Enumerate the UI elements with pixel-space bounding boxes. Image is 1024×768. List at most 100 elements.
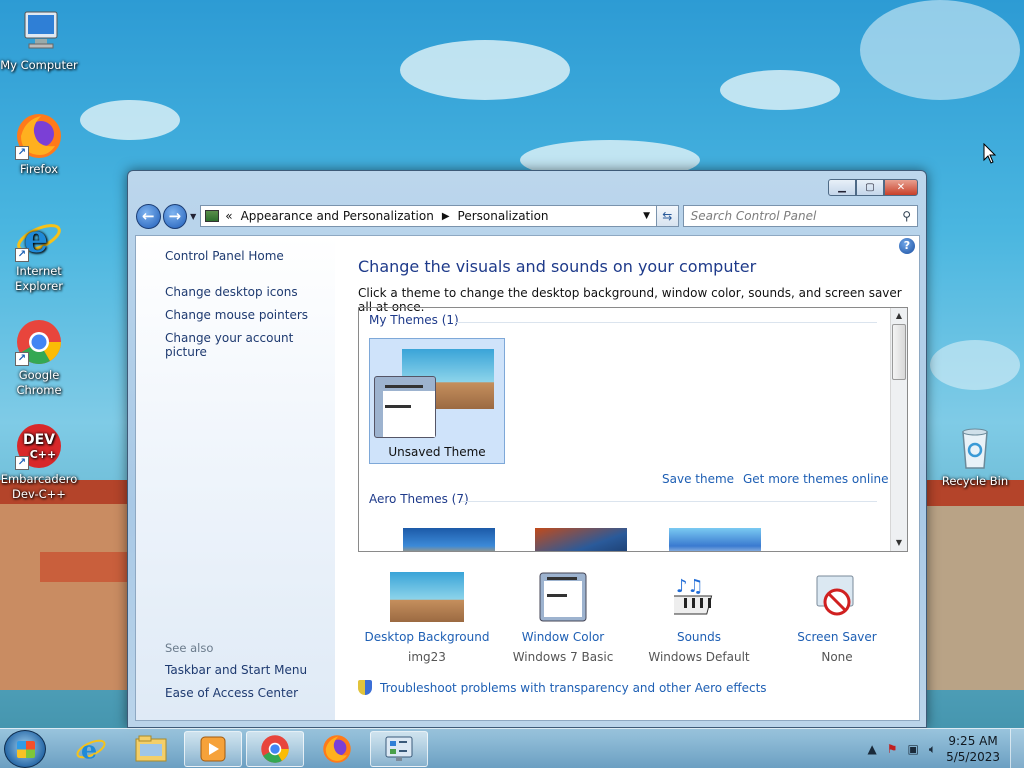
firefox-icon: ↗ — [15, 112, 63, 160]
dev-logo-sub: C++ — [30, 448, 57, 461]
back-arrow-icon: ← — [141, 207, 155, 225]
desktop-icon-recycle-bin[interactable]: Recycle Bin — [935, 424, 1015, 489]
chrome-icon — [261, 735, 289, 763]
dev-logo-text: DEV — [23, 432, 55, 448]
aero-theme-thumbnail[interactable] — [403, 528, 495, 551]
desktop-icon-label: My Computer — [0, 58, 78, 72]
internet-explorer-icon: e ↗ — [15, 214, 63, 262]
clock-time: 9:25 AM — [948, 734, 998, 748]
sounds-value: Windows Default — [648, 650, 750, 664]
desktop-background-label[interactable]: Desktop Background — [357, 630, 497, 644]
content-area: Control Panel Home Change desktop icons … — [135, 235, 920, 721]
close-button[interactable]: ✕ — [884, 179, 918, 196]
window-color-setting[interactable]: Window Color Windows 7 Basic — [493, 572, 633, 664]
sounds-setting[interactable]: ♪♫ Sounds Windows Default — [629, 572, 769, 664]
address-overflow[interactable]: « — [225, 209, 232, 223]
desktop-background-setting[interactable]: Desktop Background img23 — [357, 572, 497, 664]
desktop-icon-label: Google Chrome — [16, 368, 62, 397]
save-theme-link[interactable]: Save theme — [662, 472, 734, 486]
ease-of-access-link[interactable]: Ease of Access Center — [165, 686, 298, 700]
my-themes-group-label: My Themes (1) — [369, 313, 459, 327]
windows-logo-icon — [17, 741, 35, 758]
desktop-icon-firefox[interactable]: ↗ Firefox — [0, 112, 79, 177]
desktop-icon-label: Recycle Bin — [941, 474, 1009, 488]
personalization-window: ▁ ▢ ✕ ← → ▼ « Appearance and Personaliza… — [127, 170, 927, 728]
screen-saver-label[interactable]: Screen Saver — [767, 630, 907, 644]
screen-saver-setting[interactable]: Screen Saver None — [767, 572, 907, 664]
clock[interactable]: 9:25 AM 5/5/2023 — [946, 733, 1000, 765]
forward-arrow-icon: → — [168, 207, 182, 225]
change-account-picture-link[interactable]: Change your account picture — [165, 331, 335, 359]
taskbar-firefox[interactable] — [308, 731, 366, 767]
desktop-icon-internet-explorer[interactable]: e ↗ Internet Explorer — [0, 214, 79, 294]
theme-tile-unsaved[interactable]: Unsaved Theme — [369, 338, 505, 464]
taskbar: e ▲ ⚑ ▣ 🔈︎ 9:25 AM 5/5/2023 — [0, 728, 1024, 768]
sounds-icon: ♪♫ — [666, 572, 724, 622]
window-color-icon — [539, 572, 587, 622]
theme-window-color-icon — [374, 376, 436, 438]
sounds-label[interactable]: Sounds — [629, 630, 769, 644]
address-bar[interactable]: « Appearance and Personalization ▶ Perso… — [200, 205, 658, 227]
window-color-label[interactable]: Window Color — [493, 630, 633, 644]
themes-scrollbar[interactable]: ▲ ▼ — [890, 308, 907, 551]
recent-pages-dropdown[interactable]: ▼ — [190, 212, 196, 221]
taskbar-media-player[interactable] — [184, 731, 242, 767]
close-icon: ✕ — [896, 182, 906, 193]
address-dropdown-icon[interactable]: ▼ — [643, 211, 650, 221]
window-controls: ▁ ▢ ✕ — [828, 179, 918, 196]
start-button[interactable] — [4, 730, 46, 768]
theme-tile-label: Unsaved Theme — [388, 445, 486, 459]
desktop-icon-my-computer[interactable]: My Computer — [0, 8, 79, 73]
refresh-button[interactable]: ⇆ — [657, 205, 679, 227]
group-divider — [461, 501, 877, 502]
show-hidden-icons-icon[interactable]: ▲ — [868, 742, 877, 756]
maximize-button[interactable]: ▢ — [856, 179, 884, 196]
taskbar-file-explorer[interactable] — [122, 731, 180, 767]
desktop-icon-label: Firefox — [19, 162, 59, 176]
scroll-down-icon[interactable]: ▼ — [891, 535, 907, 551]
taskbar-google-chrome[interactable] — [246, 731, 304, 767]
taskbar-control-panel[interactable] — [370, 731, 428, 767]
minimize-button[interactable]: ▁ — [828, 179, 856, 196]
refresh-icon: ⇆ — [662, 209, 673, 223]
back-button[interactable]: ← — [136, 203, 161, 229]
svg-text:♪♫: ♪♫ — [676, 576, 704, 597]
firefox-icon — [323, 735, 351, 763]
change-desktop-icons-link[interactable]: Change desktop icons — [165, 285, 298, 299]
show-desktop-button[interactable] — [1010, 729, 1024, 768]
internet-explorer-icon: e — [76, 734, 106, 764]
control-panel-home-link[interactable]: Control Panel Home — [165, 249, 284, 263]
chrome-icon: ↗ — [15, 318, 63, 366]
aero-theme-thumbnail[interactable] — [669, 528, 761, 551]
page-title: Change the visuals and sounds on your co… — [358, 257, 757, 276]
taskbar-start-menu-link[interactable]: Taskbar and Start Menu — [165, 663, 307, 677]
window-color-value: Windows 7 Basic — [512, 650, 614, 664]
volume-icon[interactable]: 🔈︎ — [929, 742, 936, 757]
breadcrumb-personalization[interactable]: Personalization — [458, 209, 549, 223]
media-player-icon — [200, 736, 226, 762]
breadcrumb-separator-icon[interactable]: ▶ — [442, 211, 450, 222]
aero-theme-thumbnail[interactable] — [535, 528, 627, 551]
get-more-themes-link[interactable]: Get more themes online — [743, 472, 889, 486]
themes-list[interactable]: My Themes (1) Unsaved Theme Save theme G… — [358, 307, 908, 552]
control-panel-icon — [205, 210, 220, 222]
desktop-icon-google-chrome[interactable]: ↗ Google Chrome — [0, 318, 79, 398]
action-center-icon[interactable]: ⚑ — [887, 742, 898, 756]
desktop-icon-dev-cpp[interactable]: DEV C++ ↗ Embarcadero Dev-C++ — [0, 422, 79, 502]
troubleshoot-label[interactable]: Troubleshoot problems with transparency … — [380, 681, 767, 695]
help-icon[interactable]: ? — [899, 238, 915, 254]
desktop-icon-label: Embarcadero Dev-C++ — [0, 472, 78, 501]
search-icon[interactable]: ⚲ — [902, 209, 911, 223]
taskbar-internet-explorer[interactable]: e — [62, 731, 120, 767]
breadcrumb-appearance[interactable]: Appearance and Personalization — [241, 209, 434, 223]
troubleshoot-link[interactable]: Troubleshoot problems with transparency … — [358, 680, 767, 695]
scroll-up-icon[interactable]: ▲ — [891, 308, 907, 324]
desktop-icon-label: Internet Explorer — [15, 264, 63, 293]
shield-icon — [358, 680, 372, 695]
search-input[interactable]: Search Control Panel — [691, 209, 817, 223]
change-mouse-pointers-link[interactable]: Change mouse pointers — [165, 308, 308, 322]
network-icon[interactable]: ▣ — [908, 742, 919, 756]
scroll-thumb[interactable] — [892, 324, 906, 380]
search-box[interactable]: Search Control Panel ⚲ — [682, 205, 918, 227]
forward-button[interactable]: → — [162, 203, 188, 229]
